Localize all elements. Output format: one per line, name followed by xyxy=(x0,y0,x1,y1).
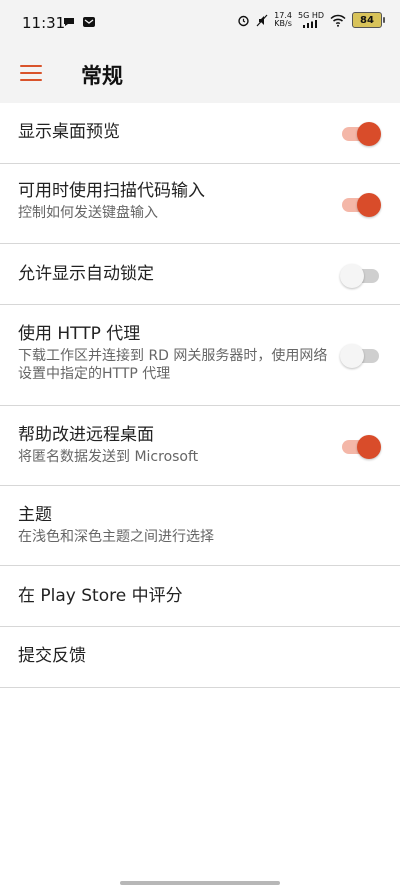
setting-item-desktop-preview[interactable]: 显示桌面预览 xyxy=(0,103,400,164)
alarm-icon xyxy=(238,15,249,26)
setting-item-rate-play-store[interactable]: 在 Play Store 中评分 xyxy=(0,566,400,627)
setting-item-http-proxy[interactable]: 使用 HTTP 代理 下载工作区并连接到 RD 网关服务器时，使用网络设置中指定… xyxy=(0,305,400,406)
toggle-knob xyxy=(357,193,381,217)
setting-item-theme[interactable]: 主题 在浅色和深色主题之间进行选择 xyxy=(0,486,400,566)
chat-icon xyxy=(64,18,74,26)
setting-item-auto-lock[interactable]: 允许显示自动锁定 xyxy=(0,244,400,305)
page-title: 常规 xyxy=(81,64,123,88)
setting-title: 显示桌面预览 xyxy=(18,122,120,142)
status-bar: 11:31 17.4 KB/s 5G HD 84 xyxy=(0,0,400,48)
app-bar: 常规 xyxy=(0,48,400,103)
message-icon xyxy=(83,17,95,27)
scan-code-input-toggle[interactable] xyxy=(342,193,381,217)
setting-item-improve-remote-desktop[interactable]: 帮助改进远程桌面 将匿名数据发送到 Microsoft xyxy=(0,406,400,486)
status-left-icons xyxy=(62,16,96,28)
home-indicator[interactable] xyxy=(120,881,280,885)
wifi-icon xyxy=(330,14,346,27)
auto-lock-toggle[interactable] xyxy=(340,264,379,288)
status-right-icons: 17.4 KB/s 5G HD 84 xyxy=(237,12,385,28)
network-speed-unit: KB/s xyxy=(274,19,292,28)
battery-level: 84 xyxy=(360,14,374,26)
setting-title: 在 Play Store 中评分 xyxy=(18,586,183,606)
setting-description: 在浅色和深色主题之间进行选择 xyxy=(18,529,214,545)
toggle-knob xyxy=(357,435,381,459)
setting-title: 帮助改进远程桌面 xyxy=(18,425,154,445)
setting-title: 可用时使用扫描代码输入 xyxy=(18,181,205,201)
setting-item-scan-code-input[interactable]: 可用时使用扫描代码输入 控制如何发送键盘输入 xyxy=(0,164,400,244)
setting-item-feedback[interactable]: 提交反馈 xyxy=(0,627,400,688)
toggle-knob xyxy=(340,264,364,288)
network-speed: 17.4 KB/s xyxy=(274,12,292,28)
network-mode: 5G HD xyxy=(298,12,324,28)
setting-title: 主题 xyxy=(18,505,52,525)
network-mode-label: 5G HD xyxy=(297,11,324,20)
status-time: 11:31 xyxy=(22,14,66,32)
setting-title: 提交反馈 xyxy=(18,646,86,666)
setting-description: 控制如何发送键盘输入 xyxy=(18,205,158,221)
desktop-preview-toggle[interactable] xyxy=(342,122,381,146)
settings-list: 显示桌面预览 可用时使用扫描代码输入 控制如何发送键盘输入 允许显示自动锁定 使… xyxy=(0,103,400,688)
setting-title: 使用 HTTP 代理 xyxy=(18,324,141,344)
setting-description: 下载工作区并连接到 RD 网关服务器时，使用网络设置中指定的HTTP 代理 xyxy=(18,348,328,382)
http-proxy-toggle[interactable] xyxy=(340,344,379,368)
improve-remote-desktop-toggle[interactable] xyxy=(342,435,381,459)
menu-icon[interactable] xyxy=(20,65,42,83)
setting-title: 允许显示自动锁定 xyxy=(18,264,154,284)
battery-indicator: 84 xyxy=(352,12,385,28)
setting-description: 将匿名数据发送到 Microsoft xyxy=(18,449,199,465)
toggle-knob xyxy=(357,122,381,146)
mute-icon xyxy=(256,14,268,26)
signal-icon xyxy=(302,20,317,28)
toggle-knob xyxy=(340,344,364,368)
